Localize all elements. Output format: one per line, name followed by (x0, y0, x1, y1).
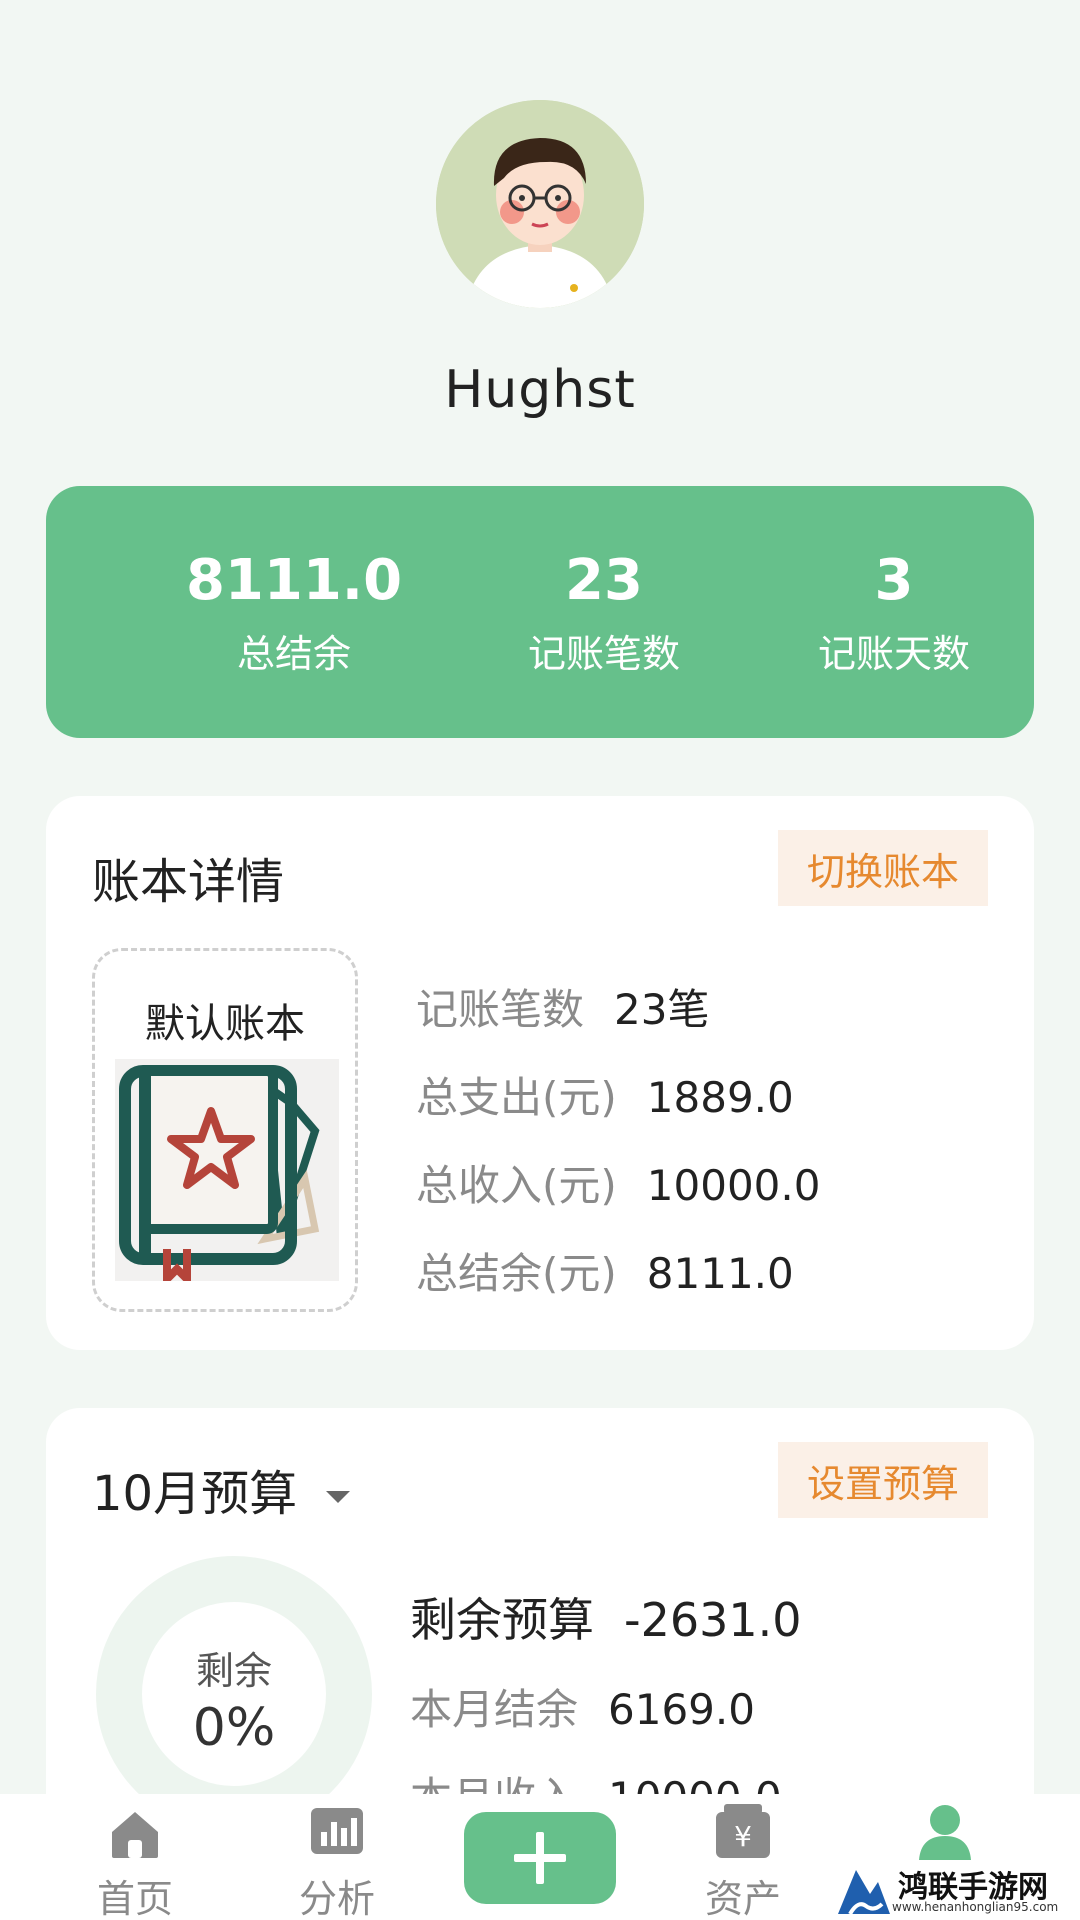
summary-stats-card: 8111.0 总结余 23 记账笔数 3 记账天数 (46, 486, 1034, 738)
budget-month-selector[interactable]: 10月预算 (92, 1454, 351, 1524)
book-name: 默认账本 (145, 1001, 305, 1047)
stat-label: 总结余 (236, 632, 351, 676)
stat-total-balance: 8111.0 总结余 (144, 548, 444, 678)
plus-icon (514, 1832, 566, 1884)
row-key: 本月结余 (410, 1685, 579, 1734)
tab-label: 分析 (298, 1877, 375, 1920)
ledger-book-tile[interactable]: 默认账本 (92, 948, 358, 1312)
tab-label: 首页 (96, 1877, 173, 1920)
row-key: 剩余预算 (410, 1593, 594, 1647)
ledger-row-income: 总收入(元) 10000.0 (416, 1152, 820, 1213)
watermark-url: www.henanhonglian95.com (892, 1900, 1059, 1914)
person-icon (915, 1804, 975, 1860)
tab-profile[interactable] (870, 1804, 1020, 1860)
book-icon (115, 1059, 339, 1289)
tab-label: 资产 (704, 1877, 781, 1920)
remaining-label: 剩余 (195, 1649, 272, 1693)
svg-text:¥: ¥ (734, 1820, 752, 1853)
username: Hughst (444, 360, 636, 420)
remaining-percent: 0% (192, 1698, 276, 1758)
budget-remaining-ring: 剩余 0% (96, 1556, 372, 1832)
watermark-logo-icon (838, 1870, 890, 1916)
set-budget-button[interactable]: 设置预算 (778, 1442, 988, 1518)
row-value: 10000.0 (646, 1161, 821, 1210)
budget-card: 10月预算 设置预算 剩余 0% 剩余预算 -2631.0 本月结余 6169.0 … (46, 1408, 1034, 1832)
tab-assets[interactable]: ¥ 资产 (668, 1804, 818, 1920)
stat-value: 8111.0 (185, 548, 403, 613)
stat-label: 记账笔数 (527, 632, 680, 676)
budget-row-month-balance: 本月结余 6169.0 (410, 1676, 755, 1737)
stat-record-count: 23 记账笔数 (454, 548, 754, 678)
ledger-row-balance: 总结余(元) 8111.0 (416, 1240, 794, 1301)
row-value: 8111.0 (646, 1249, 794, 1298)
row-value: 23笔 (614, 985, 710, 1034)
row-key: 总收入(元) (416, 1161, 617, 1210)
stat-record-days: 3 记账天数 (744, 548, 1044, 678)
chart-icon (307, 1804, 367, 1860)
add-record-button[interactable] (464, 1812, 616, 1904)
ledger-row-expense: 总支出(元) 1889.0 (416, 1064, 794, 1125)
ledger-row-count: 记账笔数 23笔 (416, 976, 709, 1037)
budget-row-remaining: 剩余预算 -2631.0 (410, 1584, 802, 1650)
avatar-illustration (436, 100, 644, 308)
watermark: 鸿联手游网 www.henanhonglian95.com (832, 1860, 1080, 1920)
row-key: 总结余(元) (416, 1249, 617, 1298)
row-value: -2631.0 (624, 1593, 802, 1647)
tab-home[interactable]: 首页 (60, 1804, 210, 1920)
wallet-icon: ¥ (713, 1804, 773, 1860)
row-value: 1889.0 (646, 1073, 794, 1122)
stat-value: 23 (565, 548, 643, 613)
stat-value: 3 (874, 548, 914, 613)
row-value: 6169.0 (608, 1685, 755, 1734)
switch-ledger-button[interactable]: 切换账本 (778, 830, 988, 906)
row-key: 总支出(元) (416, 1073, 617, 1122)
stat-label: 记账天数 (817, 632, 970, 676)
ledger-details-card: 账本详情 切换账本 默认账本 记账笔数 23笔 总支出(元) 1889.0 总收入(… (46, 796, 1034, 1350)
caret-down-icon (326, 1491, 351, 1503)
ledger-title: 账本详情 (92, 854, 285, 910)
budget-title: 10月预算 (92, 1466, 298, 1522)
row-key: 记账笔数 (416, 985, 585, 1034)
tab-analysis[interactable]: 分析 (262, 1804, 412, 1920)
home-icon (105, 1804, 165, 1860)
avatar[interactable] (436, 100, 644, 308)
